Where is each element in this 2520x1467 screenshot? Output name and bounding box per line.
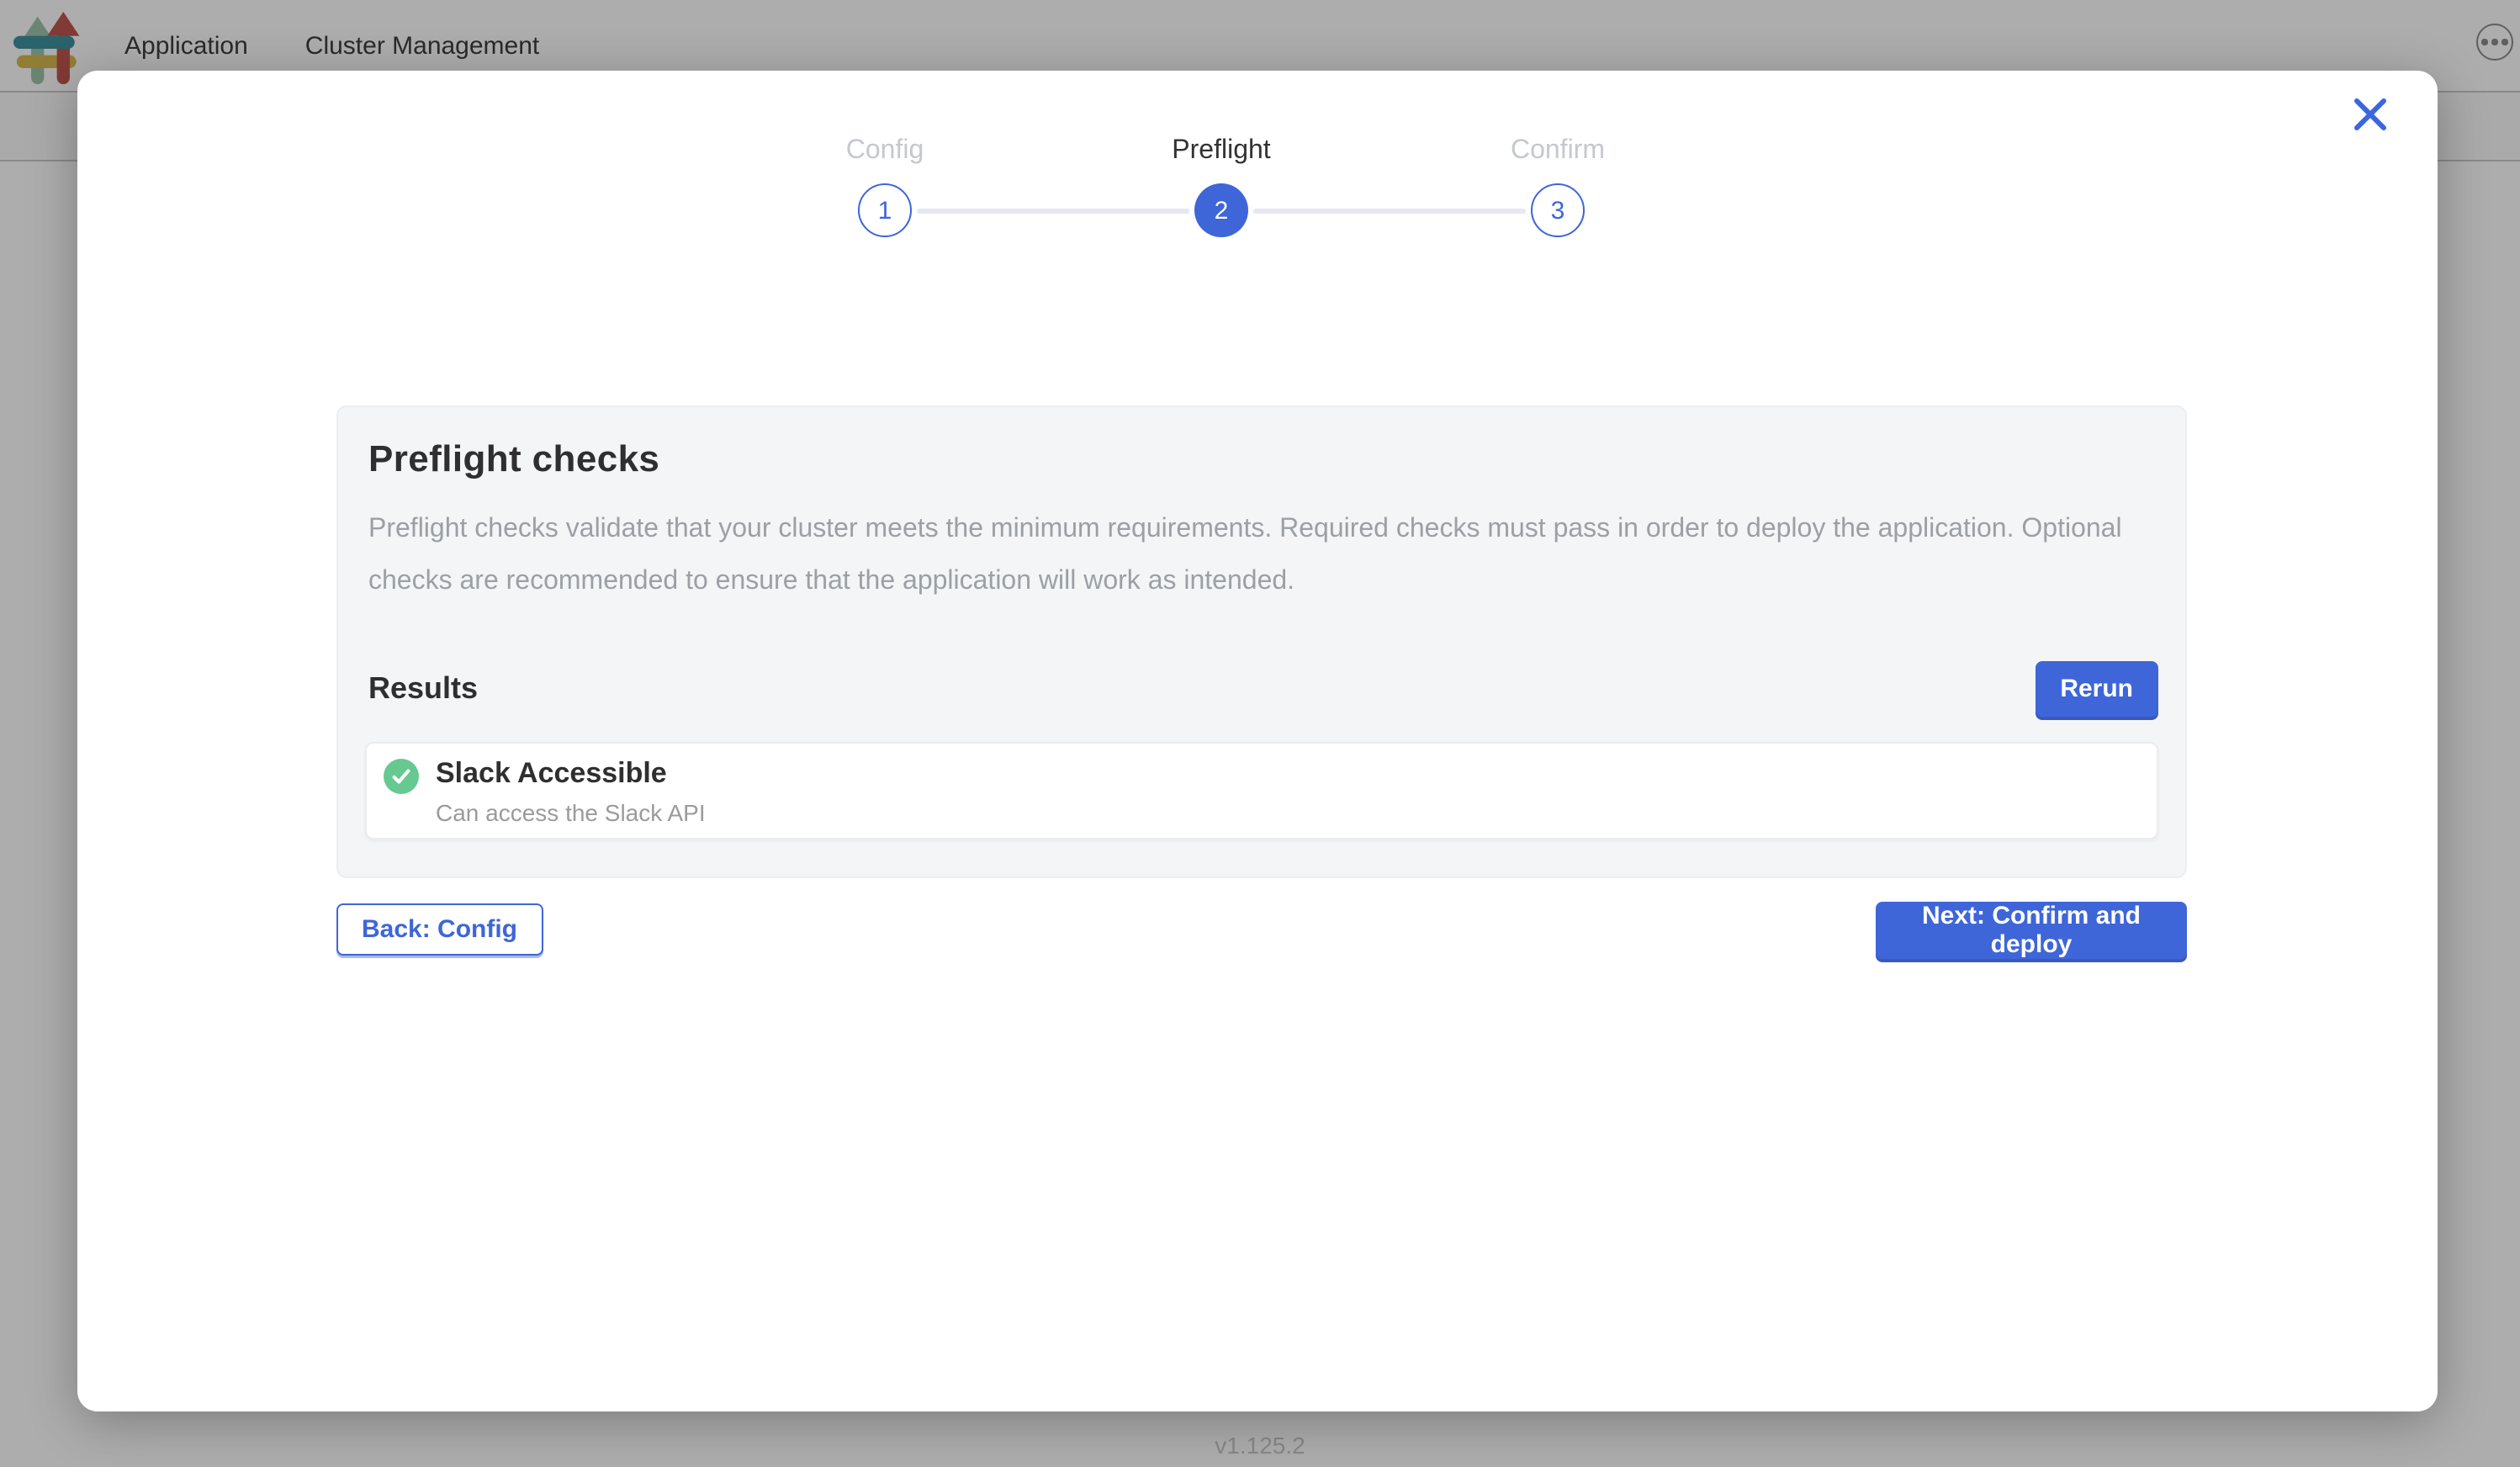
results-title: Results xyxy=(368,671,478,707)
step-confirm: Confirm 3 xyxy=(1390,136,1726,237)
step-circle-confirm[interactable]: 3 xyxy=(1531,183,1585,237)
close-icon[interactable] xyxy=(2350,94,2390,135)
step-connector xyxy=(1253,209,1526,213)
panel-title: Preflight checks xyxy=(368,437,2158,481)
check-name: Slack Accessible xyxy=(436,757,667,791)
step-preflight: Preflight 2 xyxy=(1053,136,1390,237)
preflight-result-item: Slack Accessible Can access the Slack AP… xyxy=(365,742,2158,839)
step-circle-preflight[interactable]: 2 xyxy=(1194,183,1248,237)
check-pass-icon xyxy=(384,759,419,794)
panel-description: Preflight checks validate that your clus… xyxy=(368,503,2155,607)
wizard-stepper: Config 1 Preflight 2 Confirm 3 xyxy=(717,136,1726,271)
preflight-panel: Preflight checks Preflight checks valida… xyxy=(336,405,2187,878)
back-button[interactable]: Back: Config xyxy=(336,903,543,956)
step-label-confirm: Confirm xyxy=(1511,136,1605,167)
step-connector xyxy=(917,209,1189,213)
results-header: Results Rerun xyxy=(368,661,2158,717)
step-label-config: Config xyxy=(846,136,924,167)
screen: Application Cluster Management v1.125.2 xyxy=(0,0,2520,1467)
rerun-button[interactable]: Rerun xyxy=(2035,661,2158,717)
deploy-wizard-modal: Config 1 Preflight 2 Confirm 3 Preflight… xyxy=(77,71,2438,1411)
step-config: Config 1 xyxy=(717,136,1053,237)
check-detail: Can access the Slack API xyxy=(436,799,706,826)
step-label-preflight: Preflight xyxy=(1172,136,1270,167)
next-button[interactable]: Next: Confirm and deploy xyxy=(1876,902,2187,959)
step-circle-config[interactable]: 1 xyxy=(858,183,912,237)
